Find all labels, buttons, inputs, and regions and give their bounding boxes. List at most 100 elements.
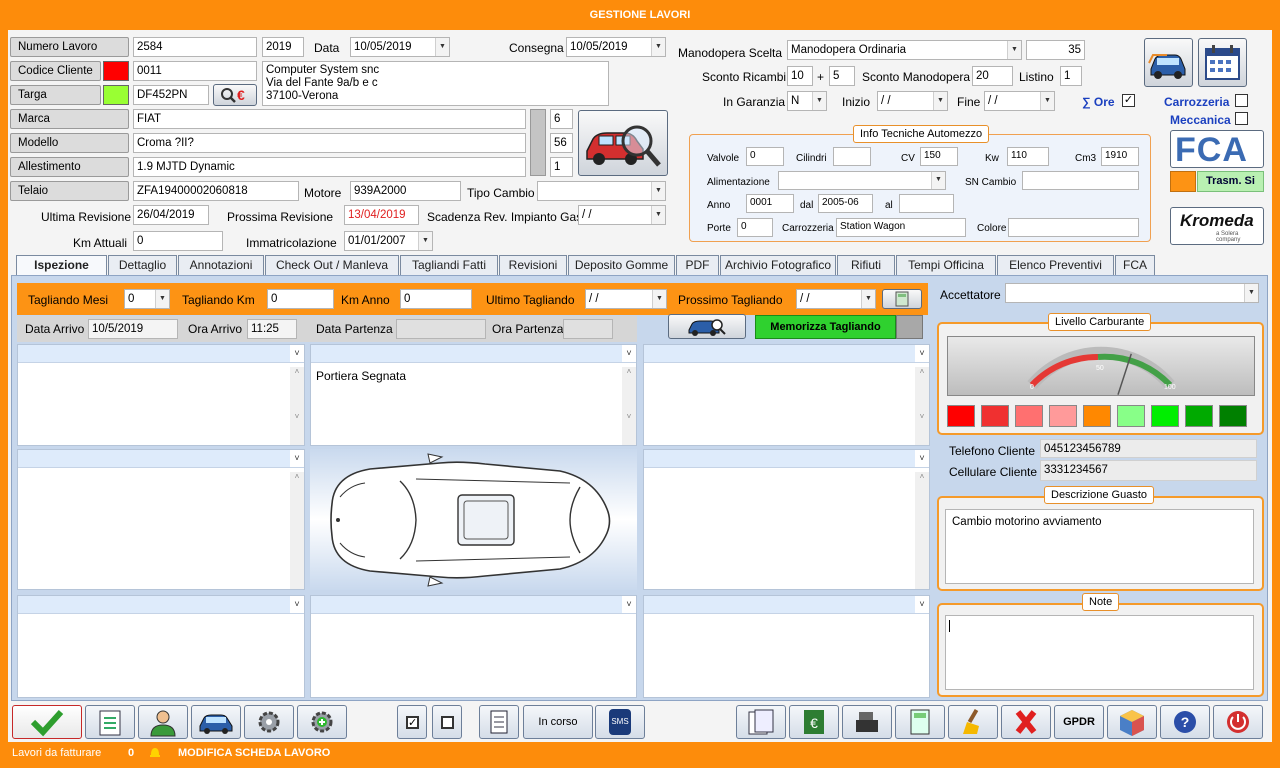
fuel-level-button-9[interactable] bbox=[1219, 405, 1247, 427]
chevron-down-icon[interactable]: ˅ bbox=[290, 450, 304, 467]
zone-front-left[interactable]: ˅ ˄ ˅ bbox=[17, 344, 305, 446]
scadenza-gas-select[interactable]: / / ▼ bbox=[578, 205, 666, 225]
note-textarea[interactable] bbox=[945, 615, 1254, 690]
tagliando-mesi-select[interactable]: 0 ▼ bbox=[124, 289, 170, 309]
kw-input[interactable]: 110 bbox=[1007, 147, 1049, 166]
search-price-button[interactable]: € bbox=[213, 84, 257, 106]
memorizza-tagliando-button[interactable]: Memorizza Tagliando bbox=[755, 315, 896, 339]
checklist-button[interactable] bbox=[479, 705, 519, 739]
chevron-down-icon[interactable]: ˅ bbox=[290, 596, 304, 613]
chevron-down-icon[interactable]: ˅ bbox=[622, 345, 636, 362]
fca-button[interactable]: FCA bbox=[1170, 130, 1264, 168]
chevron-down-icon[interactable]: ▼ bbox=[931, 172, 945, 189]
modello-input[interactable]: Croma ?II? bbox=[133, 133, 526, 153]
ore-checkbox[interactable]: ✓ bbox=[1122, 94, 1135, 107]
codice-cliente-input[interactable]: 0011 bbox=[133, 61, 257, 81]
cv-input[interactable]: 150 bbox=[920, 147, 958, 166]
customer-button[interactable] bbox=[138, 705, 188, 739]
chevron-down-icon[interactable]: ▼ bbox=[651, 182, 665, 200]
manodopera-rate[interactable]: 35 bbox=[1026, 40, 1085, 60]
zone-right[interactable]: ˅ ˄ bbox=[643, 449, 930, 590]
carrozzeria-checkbox[interactable] bbox=[1235, 94, 1248, 107]
ultima-revisione-input[interactable]: 26/04/2019 bbox=[133, 205, 209, 225]
ultimo-tagliando-select[interactable]: / / ▼ bbox=[585, 289, 667, 309]
chevron-down-icon[interactable]: ▼ bbox=[155, 290, 169, 308]
chevron-down-icon[interactable]: ▼ bbox=[652, 290, 666, 308]
ora-partenza-input[interactable] bbox=[563, 319, 613, 339]
zone-select[interactable]: ˅ bbox=[311, 596, 636, 614]
km-attuali-input[interactable]: 0 bbox=[133, 231, 223, 251]
inizio-select[interactable]: / / ▼ bbox=[877, 91, 948, 111]
marca-code[interactable]: 6 bbox=[550, 109, 573, 129]
allestimento-code[interactable]: 1 bbox=[550, 157, 573, 177]
fuel-level-button-6[interactable] bbox=[1117, 405, 1145, 427]
vehicle-button[interactable] bbox=[191, 705, 241, 739]
accettatore-select[interactable]: ▼ bbox=[1005, 283, 1259, 303]
kromeda-button[interactable]: Kromeda a Solera company bbox=[1170, 207, 1264, 245]
numero-lavoro-input[interactable]: 2584 bbox=[133, 37, 257, 57]
tab-tempi-officina[interactable]: Tempi Officina bbox=[896, 255, 996, 275]
chevron-down-icon[interactable]: ˅ bbox=[915, 450, 929, 467]
zone-rear-right[interactable]: ˅ bbox=[643, 595, 930, 698]
guasto-textarea[interactable]: Cambio motorino avviamento bbox=[945, 509, 1254, 584]
prossima-revisione-input[interactable]: 13/04/2019 bbox=[344, 205, 419, 225]
fuel-level-button-7[interactable] bbox=[1151, 405, 1179, 427]
sconto-ricambi-2[interactable]: 5 bbox=[829, 66, 855, 86]
sms-button[interactable]: SMS bbox=[595, 705, 645, 739]
scrollbar[interactable]: ˄ ˅ bbox=[290, 367, 304, 445]
sconto-manodopera-input[interactable]: 20 bbox=[972, 66, 1013, 86]
chevron-down-icon[interactable]: ˅ bbox=[915, 345, 929, 362]
telaio-input[interactable]: ZFA19400002060818 bbox=[133, 181, 299, 201]
calendar-button[interactable] bbox=[1198, 38, 1247, 87]
zone-front-right[interactable]: ˅ ˄ ˅ bbox=[643, 344, 930, 446]
gpdr-button[interactable]: GPDR bbox=[1054, 705, 1104, 739]
tab-deposito-gomme[interactable]: Deposito Gomme bbox=[568, 255, 675, 275]
tab-annotazioni[interactable]: Annotazioni bbox=[178, 255, 264, 275]
immatricolazione-select[interactable]: 01/01/2007 ▼ bbox=[344, 231, 433, 251]
colore-input[interactable] bbox=[1008, 218, 1139, 237]
help-button[interactable]: ? bbox=[1160, 705, 1210, 739]
chevron-down-icon[interactable]: ▼ bbox=[861, 290, 875, 308]
fuel-level-button-2[interactable] bbox=[981, 405, 1009, 427]
car-diagram[interactable] bbox=[310, 449, 637, 590]
in-corso-button[interactable]: In corso bbox=[523, 705, 593, 739]
cilindri-input[interactable] bbox=[833, 147, 871, 166]
chevron-down-icon[interactable]: ▼ bbox=[651, 206, 665, 224]
invoice-button[interactable]: € bbox=[789, 705, 839, 739]
package-button[interactable] bbox=[1107, 705, 1157, 739]
fuel-level-button-5[interactable] bbox=[1083, 405, 1111, 427]
chevron-down-icon[interactable]: ▼ bbox=[418, 232, 432, 250]
ora-arrivo-input[interactable]: 11:25 bbox=[247, 319, 297, 339]
check-all-button[interactable]: ✓ bbox=[397, 705, 427, 739]
delete-button[interactable] bbox=[1001, 705, 1051, 739]
chevron-down-icon[interactable]: ▼ bbox=[812, 92, 826, 110]
anno-input[interactable]: 0001 bbox=[746, 194, 794, 213]
tipo-cambio-select[interactable]: ▼ bbox=[537, 181, 666, 201]
km-anno-input[interactable]: 0 bbox=[400, 289, 472, 309]
zone-select[interactable]: ˅ bbox=[644, 450, 929, 468]
tab-ispezione[interactable]: Ispezione bbox=[16, 255, 107, 276]
telefono-value[interactable]: 045123456789 bbox=[1040, 439, 1257, 458]
codice-cliente-button[interactable]: Codice Cliente bbox=[10, 61, 101, 81]
cash-register-button[interactable] bbox=[842, 705, 892, 739]
manodopera-select[interactable]: Manodopera Ordinaria ▼ bbox=[787, 40, 1022, 60]
tab-fca[interactable]: FCA bbox=[1115, 255, 1155, 275]
fuel-level-button-3[interactable] bbox=[1015, 405, 1043, 427]
chevron-down-icon[interactable]: ▼ bbox=[1244, 284, 1258, 302]
porte-input[interactable]: 0 bbox=[737, 218, 773, 237]
scrollbar[interactable]: ˄ ˅ bbox=[915, 367, 929, 445]
add-settings-button[interactable] bbox=[297, 705, 347, 739]
prossimo-tagliando-select[interactable]: / / ▼ bbox=[796, 289, 876, 309]
marca-input[interactable]: FIAT bbox=[133, 109, 526, 129]
settings-button[interactable] bbox=[244, 705, 294, 739]
tab-elenco-preventivi[interactable]: Elenco Preventivi bbox=[997, 255, 1114, 275]
tab-rifiuti[interactable]: Rifiuti bbox=[837, 255, 895, 275]
chevron-down-icon[interactable]: ▼ bbox=[1007, 41, 1021, 59]
fine-select[interactable]: / / ▼ bbox=[984, 91, 1055, 111]
valvole-input[interactable]: 0 bbox=[746, 147, 784, 166]
fuel-level-button-4[interactable] bbox=[1049, 405, 1077, 427]
zone-left[interactable]: ˅ ˄ bbox=[17, 449, 305, 590]
fuel-level-button-1[interactable] bbox=[947, 405, 975, 427]
marca-button[interactable]: Marca bbox=[10, 109, 129, 129]
scrollbar[interactable]: ˄ ˅ bbox=[622, 367, 636, 445]
